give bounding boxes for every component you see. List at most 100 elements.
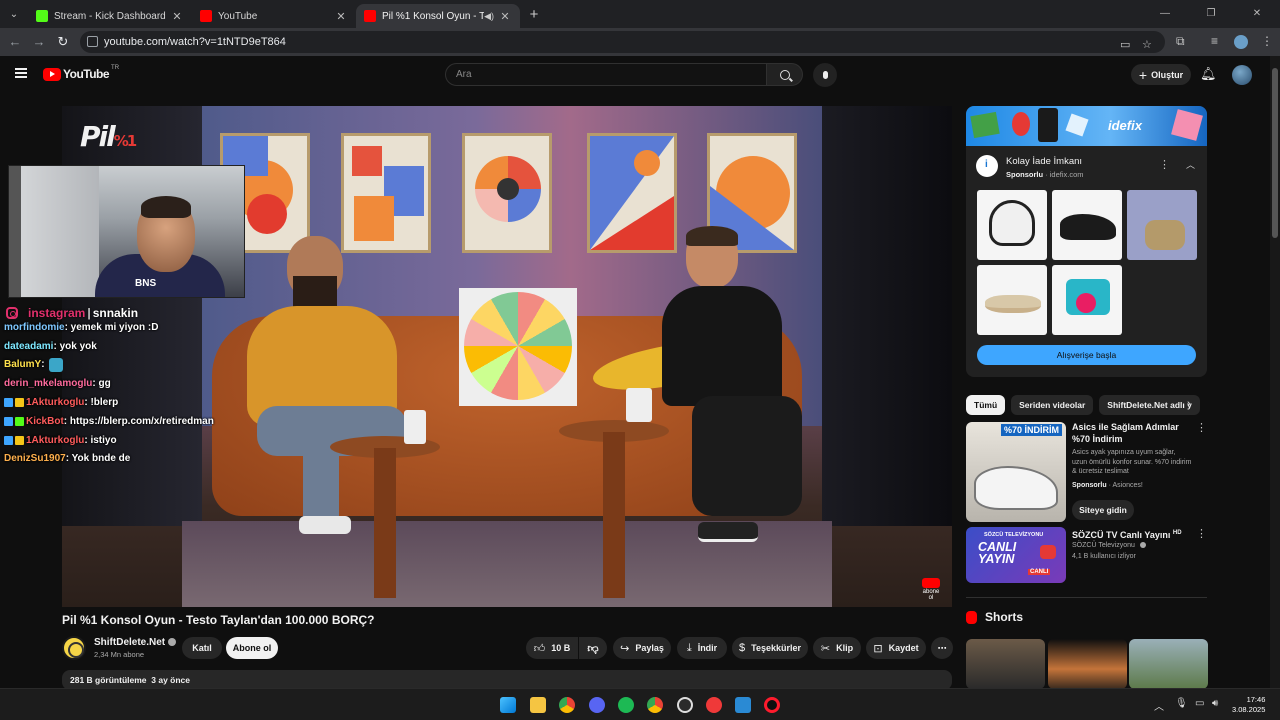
description-box[interactable]: 281 B görüntüleme 3 ay önce	[62, 670, 952, 690]
system-clock[interactable]: 17:46 3.08.2025	[1232, 695, 1265, 715]
site-info-icon[interactable]	[87, 36, 98, 47]
download-label: İndir	[697, 643, 718, 653]
start-icon[interactable]	[500, 697, 516, 713]
search-input[interactable]: Ara	[445, 63, 767, 86]
bookmark-star-icon[interactable]: ☆	[1142, 38, 1152, 51]
ad-options-icon[interactable]: ⋮	[1159, 158, 1170, 171]
file-explorer-icon[interactable]	[530, 697, 546, 713]
sponsored-ad-card[interactable]: idefix Kolay İade İmkanı Sponsorlu · ide…	[966, 106, 1207, 377]
close-window-icon[interactable]: ✕	[1234, 0, 1280, 28]
ad-product-sandal[interactable]	[977, 265, 1047, 335]
browser-menu-icon[interactable]: ⋮	[1261, 34, 1273, 48]
advertiser-logo[interactable]	[976, 155, 998, 177]
restore-icon[interactable]: ❐	[1188, 0, 1234, 28]
menu-icon[interactable]	[15, 68, 27, 78]
ad-product-helmet[interactable]	[977, 190, 1047, 260]
store-icon[interactable]	[735, 697, 751, 713]
prize-wheel	[464, 292, 572, 400]
cast-icon[interactable]: ▭	[1120, 38, 1130, 51]
opera-icon[interactable]	[764, 697, 780, 713]
recommendation-sponsor: Sponsorlu · Asionces!	[1072, 482, 1143, 489]
recommendation-title[interactable]: SÖZCÜ TV Canlı Yayını HD	[1072, 527, 1182, 541]
spotify-icon[interactable]	[618, 697, 634, 713]
notifications-bell-icon[interactable]: 🔔︎	[1200, 66, 1217, 82]
dislike-button[interactable]: 👎︎	[579, 637, 607, 659]
vivaldi-icon[interactable]	[706, 697, 722, 713]
search-button[interactable]	[766, 63, 803, 86]
channel-name[interactable]: ShiftDelete.Net	[94, 637, 177, 648]
ad-product-toy[interactable]	[1052, 265, 1122, 335]
microphone-icon[interactable]: 🎙︎	[1175, 698, 1188, 709]
ad-product-boot[interactable]	[1127, 190, 1197, 260]
youtube-favicon-icon	[200, 10, 212, 22]
tab-search-button[interactable]: ⌄	[0, 0, 28, 28]
advertiser-name: Asionces!	[1112, 482, 1143, 489]
tab-youtube[interactable]: YouTube ✕	[192, 4, 356, 28]
thanks-button[interactable]: $ Teşekkürler	[732, 637, 808, 659]
tab-close-icon[interactable]: ✕	[334, 10, 348, 23]
chip-all[interactable]: Tümü	[966, 395, 1006, 415]
mug-right	[626, 388, 652, 422]
ad-banner[interactable]: idefix	[966, 106, 1207, 146]
recommendation-options-icon[interactable]: ⋮	[1196, 527, 1207, 540]
logo-main: Pil	[80, 120, 116, 153]
visit-site-button[interactable]: Siteye gidin	[1072, 500, 1134, 520]
channel-avatar[interactable]	[62, 636, 86, 660]
obs-icon[interactable]	[677, 697, 693, 713]
tab-kick-dashboard[interactable]: Stream - Kick Dashboard ✕	[28, 4, 192, 28]
chevron-right-icon[interactable]: ›	[1187, 398, 1191, 410]
back-icon[interactable]: ←	[2, 34, 28, 49]
tray-overflow-icon[interactable]: ︿	[1154, 698, 1164, 713]
verified-icon	[168, 638, 177, 646]
recommendation-thumbnail[interactable]: SÖZCÜ TELEVİZYONU CANLI YAYIN CANLI	[966, 527, 1066, 583]
join-button[interactable]: Katıl	[182, 637, 222, 659]
more-actions-button[interactable]: ⋯	[931, 637, 953, 659]
like-button[interactable]: 👍︎ 10 B	[526, 637, 578, 659]
ad-title[interactable]: Kolay İade İmkanı	[1006, 156, 1082, 167]
share-button[interactable]: ↪ Paylaş	[613, 637, 671, 659]
scrollbar-thumb[interactable]	[1272, 68, 1278, 238]
create-button[interactable]: + Oluştur	[1131, 64, 1191, 85]
recommendation-title[interactable]: Asics ile Sağlam Adımlar %70 İndirim	[1072, 421, 1192, 445]
chrome-icon[interactable]	[559, 697, 575, 713]
live-title: SÖZCÜ TV Canlı Yayını	[1072, 530, 1171, 540]
save-button[interactable]: ⊡ Kaydet	[866, 637, 926, 659]
discord-icon[interactable]	[589, 697, 605, 713]
subscribe-button[interactable]: Abone ol	[226, 637, 278, 659]
chrome-profile-icon[interactable]	[647, 697, 663, 713]
profile-icon[interactable]	[1234, 35, 1248, 49]
youtube-logo[interactable]: YouTube TR	[43, 65, 119, 81]
volume-icon[interactable]: 🔊︎	[1212, 698, 1218, 709]
extensions-icon[interactable]: ⧉	[1176, 34, 1185, 49]
speaker-icon[interactable]: ◀)	[484, 11, 494, 22]
recommendation-channel[interactable]: SÖZCÜ Televizyonu	[1072, 541, 1146, 551]
ad-product-sneaker[interactable]	[1052, 190, 1122, 260]
network-icon[interactable]: ▭	[1195, 698, 1204, 709]
subscribe-watermark[interactable]: abone ol	[920, 578, 942, 601]
tab-close-icon[interactable]: ✕	[170, 10, 184, 23]
start-shopping-button[interactable]: Alışverişe başla	[977, 345, 1196, 365]
media-controls-icon[interactable]: ≡	[1211, 34, 1218, 48]
chip-channel[interactable]: ShiftDelete.Net adlı y	[1099, 395, 1200, 415]
short-thumbnail[interactable]	[966, 639, 1045, 689]
ad-banner-logo: idefix	[1108, 118, 1142, 133]
address-bar[interactable]: youtube.com/watch?v=1tNTD9eT864 ▭ ☆	[80, 31, 1165, 53]
chip-series-videos[interactable]: Seriden videolar	[1011, 395, 1094, 415]
account-avatar[interactable]	[1232, 65, 1252, 85]
reload-icon[interactable]: ↻	[50, 34, 76, 50]
recommendation-thumbnail[interactable]: %70 İNDİRİM	[966, 422, 1066, 522]
chevron-up-icon[interactable]: ︿	[1186, 158, 1195, 171]
short-thumbnail[interactable]	[1048, 639, 1127, 689]
voice-search-icon[interactable]	[813, 63, 837, 87]
recommendation-options-icon[interactable]: ⋮	[1196, 421, 1207, 434]
clip-button[interactable]: ✂ Klip	[813, 637, 861, 659]
forward-icon[interactable]: →	[26, 34, 52, 49]
channel-text: SÖZCÜ Televizyonu	[1072, 542, 1135, 549]
download-button[interactable]: ⤓ İndir	[677, 637, 727, 659]
short-thumbnail[interactable]	[1129, 639, 1208, 689]
minimize-icon[interactable]: —	[1142, 0, 1188, 28]
page-scrollbar[interactable]	[1270, 56, 1280, 688]
tab-close-icon[interactable]: ✕	[498, 10, 512, 23]
new-tab-button[interactable]: +	[522, 6, 546, 23]
tab-current-video[interactable]: Pil %1 Konsol Oyun - Testo ◀) ✕	[356, 4, 520, 28]
